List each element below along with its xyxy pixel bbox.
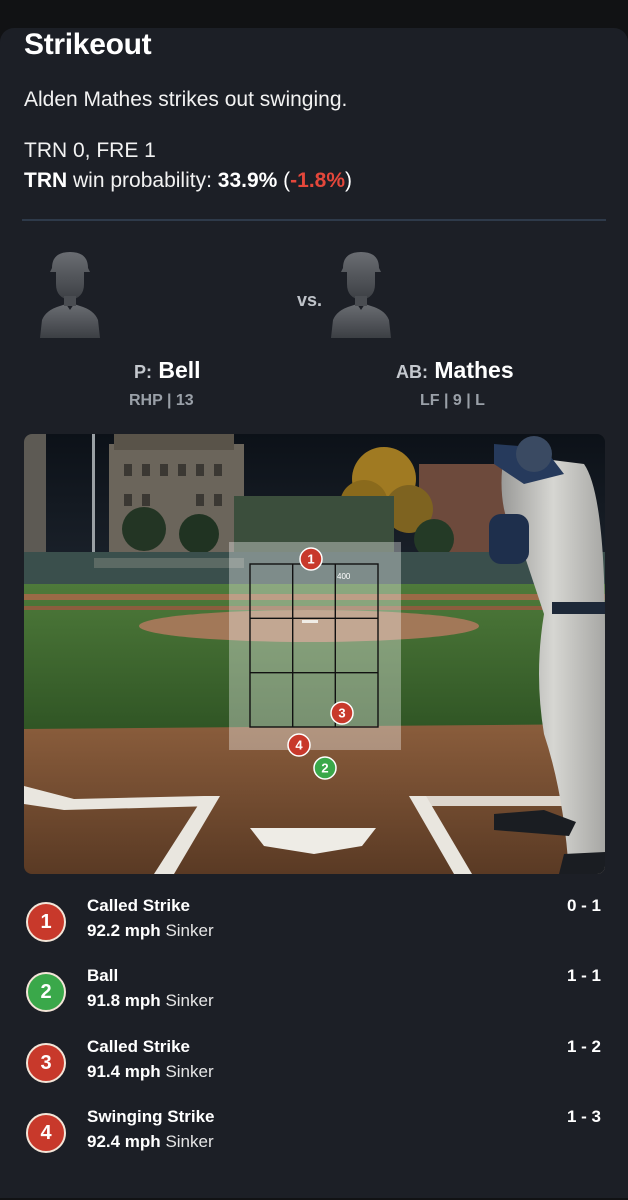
pitch-marker-2[interactable]: 2 [313, 756, 337, 780]
game-score: TRN 0, FRE 1 [24, 139, 156, 162]
pitch-speed: 91.4 mph [87, 1062, 161, 1081]
pitch-number-badge: 2 [26, 972, 66, 1012]
pitch-speed-type: 92.2 mph Sinker [87, 921, 214, 941]
player-silhouette-icon [40, 252, 100, 338]
pitch-marker-number: 3 [338, 706, 345, 721]
pitcher-avatar [38, 248, 102, 338]
batter-label: AB: [396, 362, 428, 382]
pitch-count: 1 - 1 [566, 966, 601, 985]
pitch-row[interactable]: 4 Swinging Strike 92.4 mph Sinker 1 - 3 [24, 1107, 604, 1173]
pitch-speed-type: 91.8 mph Sinker [87, 991, 214, 1011]
pitch-type: Sinker [165, 991, 214, 1010]
pitch-marker-3[interactable]: 3 [330, 701, 354, 725]
pitch-type: Sinker [165, 1062, 214, 1081]
pitch-count: 1 - 3 [566, 1107, 601, 1126]
pitch-marker-1[interactable]: 1 [299, 547, 323, 571]
pitch-marker-number: 2 [321, 761, 328, 776]
divider [22, 219, 606, 221]
pitch-result: Called Strike [87, 1037, 190, 1056]
pitch-location-view: 400 1 2 3 4 [24, 434, 605, 874]
pitch-count: 0 - 1 [566, 896, 601, 915]
pitch-speed: 91.8 mph [87, 991, 161, 1010]
win-prob-delta: -1.8% [290, 169, 346, 192]
pitch-result: Swinging Strike [87, 1107, 215, 1126]
play-description: Alden Mathes strikes out swinging. [24, 88, 348, 111]
pitch-speed: 92.4 mph [87, 1132, 161, 1151]
pitch-count: 1 - 2 [566, 1037, 601, 1056]
batter-info: LF | 9 | L [420, 392, 485, 409]
win-prob-paren-close: ) [345, 169, 353, 192]
play-card: Strikeout Alden Mathes strikes out swing… [0, 28, 628, 1198]
pitch-number-badge: 1 [26, 902, 66, 942]
win-prob-label: win probability: [73, 169, 212, 192]
vs-label: vs. [297, 290, 323, 310]
pitch-result: Ball [87, 966, 119, 985]
batter-name-text: Mathes [434, 357, 514, 383]
batter-avatar [329, 248, 393, 338]
pitch-speed-type: 91.4 mph Sinker [87, 1062, 214, 1082]
pitch-row[interactable]: 2 Ball 91.8 mph Sinker 1 - 1 [24, 966, 604, 1032]
pitch-marker-number: 1 [307, 552, 314, 567]
pitch-type: Sinker [165, 921, 214, 940]
pitch-row[interactable]: 1 Called Strike 92.2 mph Sinker 0 - 1 [24, 896, 604, 962]
pitch-row[interactable]: 3 Called Strike 91.4 mph Sinker 1 - 2 [24, 1037, 604, 1103]
pitch-result: Called Strike [87, 896, 190, 915]
player-silhouette-icon [331, 252, 391, 338]
win-prob-value: 33.9% [217, 169, 278, 192]
pitch-number-badge: 3 [26, 1043, 66, 1083]
win-probability: TRN win probability: 33.9% (-1.8%) [24, 169, 352, 193]
pitcher-info: RHP | 13 [129, 392, 194, 409]
pitch-speed: 92.2 mph [87, 921, 161, 940]
pitch-speed-type: 92.4 mph Sinker [87, 1132, 214, 1152]
pitch-marker-number: 4 [295, 738, 303, 753]
wall-sign: 400 [337, 572, 351, 581]
pitch-number-badge: 4 [26, 1113, 66, 1153]
pitcher-name-text: Bell [158, 357, 201, 383]
play-title: Strikeout [24, 28, 152, 61]
pitch-marker-4[interactable]: 4 [287, 733, 311, 757]
pitcher-name[interactable]: P: Bell [134, 357, 201, 384]
pitch-type: Sinker [165, 1132, 214, 1151]
pitcher-label: P: [134, 362, 152, 382]
batter-name[interactable]: AB: Mathes [396, 357, 514, 384]
win-prob-team: TRN [24, 169, 68, 192]
